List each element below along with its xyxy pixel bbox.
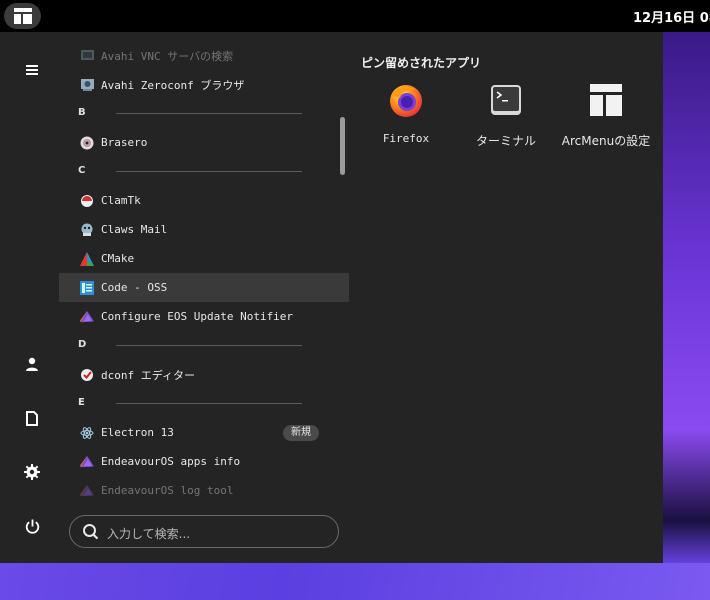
divider (116, 113, 302, 114)
scrollbar-thumb[interactable] (340, 117, 345, 175)
arcmenu-layout-icon (13, 8, 32, 24)
hamburger-button[interactable] (18, 56, 46, 84)
category-header-b: B (59, 99, 349, 128)
cmake-icon (80, 251, 94, 266)
gear-icon (24, 464, 40, 480)
hamburger-icon (26, 65, 38, 75)
vnc-icon (80, 49, 94, 63)
document-icon (26, 410, 38, 426)
clock[interactable]: 12月16日 08 (633, 7, 710, 26)
search-input[interactable]: 入力して検索... (69, 515, 339, 548)
dconf-icon (80, 368, 94, 382)
list-item[interactable]: EndeavourOS log tool (59, 476, 349, 500)
desktop-wallpaper (663, 32, 710, 600)
app-list[interactable]: Avahi VNC サーバの検索 Avahi Zeroconf ブラウザ B B… (59, 44, 349, 500)
power-icon (25, 519, 39, 534)
list-item[interactable]: Code - OSS (59, 273, 349, 302)
search-placeholder: 入力して検索... (107, 527, 191, 541)
claws-mail-icon (80, 223, 94, 237)
list-item[interactable]: dconf エディター (59, 360, 349, 389)
arcmenu-settings-icon (588, 82, 624, 118)
zeroconf-icon (80, 78, 94, 92)
desktop-wallpaper-bottom (0, 563, 710, 600)
brasero-icon (80, 136, 94, 150)
list-item[interactable]: Avahi Zeroconf ブラウザ (59, 70, 349, 99)
user-icon (26, 357, 38, 371)
settings-button[interactable] (18, 458, 46, 486)
category-header-e: E (59, 389, 349, 418)
user-button[interactable] (18, 350, 46, 378)
arcmenu-popup: Avahi VNC サーバの検索 Avahi Zeroconf ブラウザ B B… (0, 32, 663, 563)
power-button[interactable] (18, 512, 46, 540)
divider (116, 403, 302, 404)
top-panel: 12月16日 08 (0, 0, 710, 32)
list-item[interactable]: Configure EOS Update Notifier (59, 302, 349, 331)
category-header-c: C (59, 157, 349, 186)
electron-icon (80, 426, 94, 440)
divider (116, 171, 302, 172)
list-item[interactable]: CMake (59, 244, 349, 273)
pinned-app-terminal[interactable]: ターミナル (456, 80, 556, 150)
code-oss-icon (80, 280, 94, 295)
firefox-icon (388, 82, 424, 118)
list-item[interactable]: Electron 13 新規 (59, 418, 349, 447)
documents-button[interactable] (18, 404, 46, 432)
arcmenu-button[interactable] (4, 3, 41, 29)
list-item[interactable]: Brasero (59, 128, 349, 157)
divider (116, 345, 302, 346)
pinned-app-firefox[interactable]: Firefox (356, 80, 456, 150)
terminal-icon (488, 82, 524, 118)
list-item[interactable]: EndeavourOS apps info (59, 447, 349, 476)
category-header-d: D (59, 331, 349, 360)
new-badge: 新規 (283, 425, 319, 441)
endeavouros-icon (80, 310, 94, 324)
pinned-app-arcmenu-settings[interactable]: ArcMenuの設定 (556, 80, 656, 150)
search-icon (83, 524, 99, 540)
sidebar (0, 32, 62, 563)
list-item[interactable]: Claws Mail (59, 215, 349, 244)
endeavouros-icon (80, 484, 94, 498)
clamtk-icon (80, 194, 94, 208)
endeavouros-icon (80, 455, 94, 469)
list-item[interactable]: ClamTk (59, 186, 349, 215)
list-item[interactable]: Avahi VNC サーバの検索 (59, 44, 349, 70)
pinned-apps-title: ピン留めされたアプリ (361, 56, 482, 70)
